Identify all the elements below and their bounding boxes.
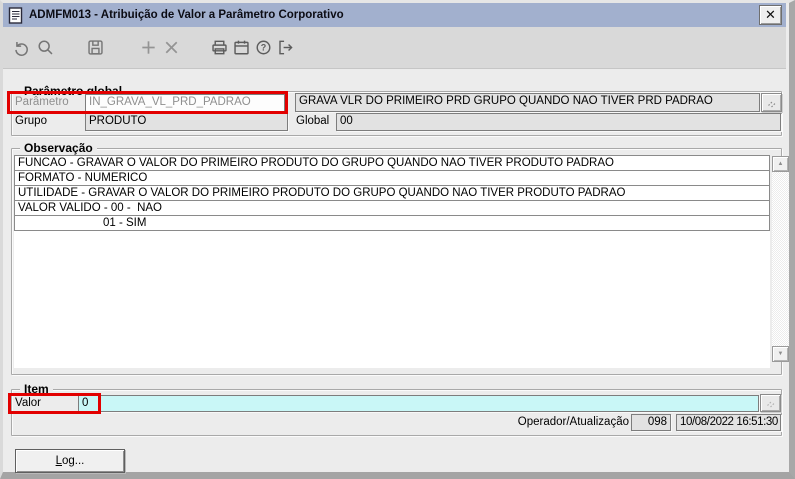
close-button[interactable]: ✕ (759, 5, 782, 25)
valor-field[interactable]: 0 (78, 395, 759, 412)
atualizacao-field: 10/08/2022 16:51:30 (676, 414, 781, 431)
help-icon[interactable]: ? (253, 37, 273, 57)
parametro-descricao-field[interactable]: GRAVA VLR DO PRIMEIRO PRD GRUPO QUANDO N… (295, 93, 760, 112)
observacao-row[interactable]: 01 - SIM (14, 215, 770, 231)
observacao-row[interactable]: VALOR VALIDO - 00 - NAO (14, 200, 770, 216)
form-document-icon (8, 6, 23, 24)
log-button-label: og... (62, 455, 85, 467)
close-icon: ✕ (765, 7, 776, 22)
operador-atualizacao-label: Operador/Atualização (517, 416, 629, 428)
group-observacao-legend: Observação (20, 141, 97, 155)
observacao-scrollbar[interactable]: ▲ ▼ (772, 156, 789, 362)
parametro-field[interactable]: IN_GRAVA_VL_PRD_PADRAO (85, 94, 285, 112)
toolbar: ? (3, 27, 786, 69)
calendar-icon[interactable] (231, 37, 251, 57)
delete-icon[interactable] (161, 37, 181, 57)
search-icon[interactable] (35, 37, 55, 57)
hatch-icon (766, 400, 775, 408)
group-item-legend: Item (20, 382, 53, 396)
window-title: ADMFM013 - Atribuição de Valor a Parâmet… (29, 9, 344, 21)
undo-icon[interactable] (11, 37, 31, 57)
grupo-field[interactable]: PRODUTO (85, 113, 288, 131)
parametro-label: Parâmetro (15, 96, 69, 108)
save-icon[interactable] (85, 37, 105, 57)
svg-text:?: ? (260, 42, 266, 52)
parametro-zoom-button[interactable] (761, 93, 782, 112)
app-window: ADMFM013 - Atribuição de Valor a Parâmet… (0, 0, 795, 479)
scroll-down-button[interactable]: ▼ (772, 346, 789, 362)
operador-field: 098 (631, 414, 671, 431)
observacao-row[interactable]: UTILIDADE - GRAVAR O VALOR DO PRIMEIRO P… (14, 185, 770, 201)
titlebar[interactable]: ADMFM013 - Atribuição de Valor a Parâmet… (3, 3, 786, 27)
global-label: Global (296, 115, 330, 127)
valor-label: Valor (15, 397, 41, 409)
scroll-up-button[interactable]: ▲ (772, 156, 789, 172)
log-button[interactable]: Log... (15, 449, 125, 473)
observacao-list[interactable]: FUNCAO - GRAVAR O VALOR DO PRIMEIRO PROD… (14, 155, 770, 368)
global-field[interactable]: 00 (336, 113, 781, 131)
valor-zoom-button[interactable] (760, 394, 781, 412)
scroll-up-icon: ▲ (777, 161, 784, 167)
hatch-icon (767, 100, 776, 107)
observacao-row[interactable]: FUNCAO - GRAVAR O VALOR DO PRIMEIRO PROD… (14, 155, 770, 171)
scroll-down-icon: ▼ (777, 351, 784, 357)
group-observacao: Observação FUNCAO - GRAVAR O VALOR DO PR… (11, 141, 789, 375)
print-icon[interactable] (209, 37, 229, 57)
add-icon[interactable] (138, 37, 158, 57)
observacao-row[interactable]: FORMATO - NUMERICO (14, 170, 770, 186)
exit-icon[interactable] (275, 37, 295, 57)
form-body: Parâmetro global Parâmetro IN_GRAVA_VL_P… (3, 70, 789, 473)
grupo-label: Grupo (15, 115, 47, 127)
